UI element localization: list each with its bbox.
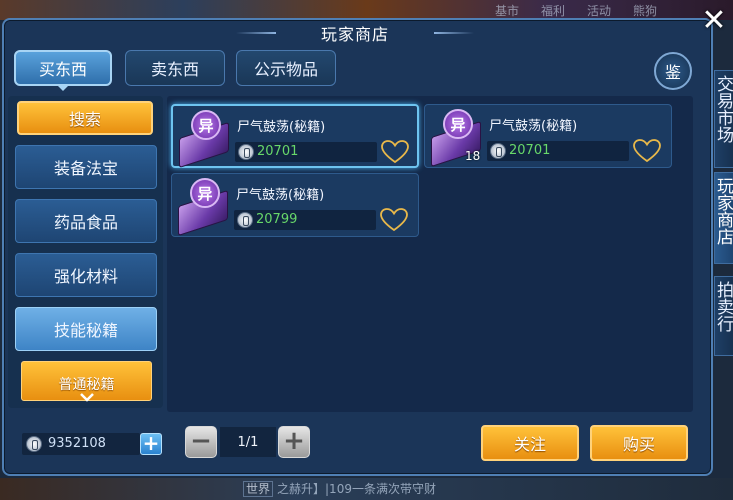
close-icon: ✕	[701, 2, 727, 38]
close-button[interactable]: ✕	[698, 2, 730, 38]
game-scene-top: 基市 福利 活动 熊狗	[0, 0, 733, 20]
chat-text: 之赫升】|109一条满次带守财	[277, 482, 436, 496]
side-tab-auction-house[interactable]: 拍卖行	[713, 276, 733, 356]
appraise-button[interactable]: 鉴	[654, 52, 692, 90]
currency-display: 9352108	[22, 433, 140, 455]
price-box: 20701	[487, 141, 629, 161]
page-next-button[interactable]: +	[278, 426, 310, 458]
chevron-down-icon[interactable]	[79, 392, 95, 402]
tab-public-items[interactable]: 公示物品	[236, 50, 336, 86]
category-medicine-food[interactable]: 药品食品	[15, 199, 157, 243]
world-chat-line: 世界 之赫升】|109一条满次带守财	[243, 480, 436, 497]
item-name: 尸气鼓荡(秘籍)	[236, 188, 325, 203]
heart-icon[interactable]	[380, 208, 408, 232]
item-card[interactable]: 异 尸气鼓荡(秘籍) 20799	[171, 173, 419, 237]
coin-icon	[26, 436, 42, 452]
window-title: 玩家商店	[230, 18, 480, 48]
scene-label: 活动	[587, 4, 612, 18]
coin-icon	[237, 212, 253, 228]
coin-icon	[238, 144, 254, 160]
price-box: 20701	[235, 142, 377, 162]
page-prev-button[interactable]: −	[185, 426, 217, 458]
chat-channel-tag: 世界	[243, 481, 274, 497]
heart-icon[interactable]	[381, 140, 409, 164]
scene-label: 基市	[495, 4, 520, 18]
item-card[interactable]: 异 尸气鼓荡(秘籍) 20701	[171, 104, 419, 169]
rarity-badge: 异	[443, 109, 473, 139]
item-price: 20799	[256, 212, 298, 227]
rarity-badge: 异	[190, 178, 220, 208]
price-box: 20799	[234, 210, 376, 230]
add-currency-button[interactable]: +	[140, 433, 162, 455]
purple-book-icon: 异	[177, 108, 233, 169]
rarity-badge: 异	[191, 110, 221, 140]
category-equipment[interactable]: 装备法宝	[15, 145, 157, 189]
heart-icon[interactable]	[633, 139, 661, 163]
scene-top-labels: 基市 福利 活动 熊狗	[495, 2, 657, 19]
tab-sell[interactable]: 卖东西	[125, 50, 225, 86]
page-indicator: 1/1	[220, 427, 276, 457]
item-price: 20701	[509, 143, 551, 158]
item-name: 尸气鼓荡(秘籍)	[237, 120, 326, 135]
scene-label: 福利	[541, 4, 566, 18]
item-price: 20701	[257, 144, 299, 159]
search-button[interactable]: 搜索	[17, 101, 153, 135]
scene-label: 熊狗	[633, 4, 658, 18]
follow-button[interactable]: 关注	[481, 425, 579, 461]
currency-amount: 9352108	[48, 436, 106, 451]
item-name: 尸气鼓荡(秘籍)	[489, 119, 578, 134]
side-tab-trading-market[interactable]: 交易市场	[713, 70, 733, 168]
item-card[interactable]: 异 18 尸气鼓荡(秘籍) 20701	[424, 104, 672, 168]
buy-button[interactable]: 购买	[590, 425, 688, 461]
purple-book-icon: 异	[176, 176, 232, 237]
item-quantity: 18	[465, 149, 481, 163]
side-tab-player-shop[interactable]: 玩家商店	[713, 172, 733, 264]
category-enhance-material[interactable]: 强化材料	[15, 253, 157, 297]
tab-buy[interactable]: 买东西	[14, 50, 112, 91]
category-skill-books[interactable]: 技能秘籍	[15, 307, 157, 351]
coin-icon	[490, 143, 506, 159]
